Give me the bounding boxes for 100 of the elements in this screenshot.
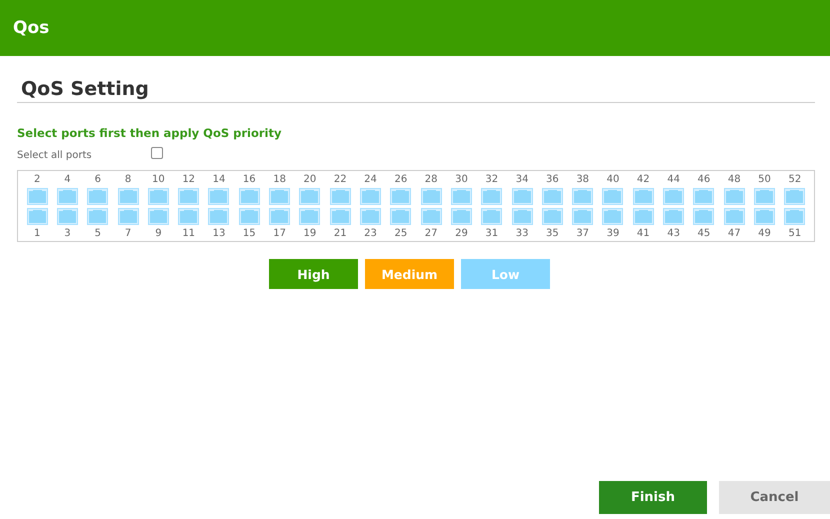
port-number: 43 bbox=[666, 228, 681, 239]
instruction-text: Select ports first then apply QoS priority bbox=[17, 126, 282, 140]
priority-button[interactable]: High bbox=[269, 259, 358, 289]
port-number: 4 bbox=[63, 174, 72, 185]
section-title: QoS Setting bbox=[17, 78, 815, 103]
port-number: 39 bbox=[606, 228, 620, 239]
ethernet-port-icon[interactable] bbox=[602, 208, 624, 225]
ethernet-port-icon[interactable] bbox=[330, 188, 351, 205]
ethernet-port-icon[interactable] bbox=[299, 188, 320, 205]
ethernet-port-icon[interactable] bbox=[572, 208, 594, 225]
priority-button[interactable]: Medium bbox=[365, 259, 454, 289]
port-number: 32 bbox=[484, 174, 500, 185]
port-number: 2 bbox=[32, 174, 42, 185]
ethernet-port-icon[interactable] bbox=[148, 188, 169, 205]
port-number: 36 bbox=[545, 174, 560, 185]
port-number: 25 bbox=[393, 228, 408, 239]
ethernet-port-icon[interactable] bbox=[663, 188, 684, 205]
ethernet-port-icon[interactable] bbox=[87, 208, 108, 225]
ethernet-port-icon[interactable] bbox=[724, 188, 745, 205]
port-number: 26 bbox=[393, 174, 408, 185]
ethernet-port-icon[interactable] bbox=[360, 188, 382, 205]
port-number: 38 bbox=[575, 174, 590, 185]
ethernet-port-icon[interactable] bbox=[693, 188, 714, 205]
ethernet-port-icon[interactable] bbox=[512, 208, 533, 225]
ethernet-port-icon[interactable] bbox=[754, 208, 776, 225]
ethernet-port-icon[interactable] bbox=[754, 188, 776, 205]
port-number: 46 bbox=[696, 174, 712, 185]
port-number: 11 bbox=[181, 228, 196, 239]
port-number: 1 bbox=[32, 228, 42, 239]
select-all-checkbox[interactable] bbox=[151, 146, 163, 158]
ethernet-port-icon[interactable] bbox=[602, 188, 624, 205]
ethernet-port-icon[interactable] bbox=[238, 208, 260, 225]
ethernet-port-icon[interactable] bbox=[26, 188, 48, 205]
ethernet-port-icon[interactable] bbox=[238, 188, 260, 205]
port-number: 5 bbox=[94, 228, 102, 239]
ethernet-port-icon[interactable] bbox=[542, 188, 563, 205]
ethernet-port-icon[interactable] bbox=[56, 208, 78, 225]
ethernet-port-icon[interactable] bbox=[632, 188, 654, 205]
ethernet-port-icon[interactable] bbox=[26, 208, 48, 225]
port-number: 10 bbox=[151, 174, 166, 185]
ethernet-port-icon[interactable] bbox=[56, 188, 78, 205]
ethernet-port-icon[interactable] bbox=[542, 208, 563, 225]
port-number: 50 bbox=[757, 174, 772, 185]
ethernet-port-icon[interactable] bbox=[269, 208, 290, 225]
ethernet-port-icon[interactable] bbox=[360, 208, 382, 225]
port-number: 42 bbox=[636, 174, 651, 185]
ethernet-port-icon[interactable] bbox=[269, 188, 290, 205]
port-number: 28 bbox=[424, 174, 438, 185]
select-all-label: Select all ports bbox=[17, 150, 93, 161]
port-number: 21 bbox=[332, 228, 348, 239]
ethernet-port-icon[interactable] bbox=[178, 188, 200, 205]
ethernet-port-icon[interactable] bbox=[724, 208, 745, 225]
ethernet-port-icon[interactable] bbox=[208, 208, 230, 225]
port-number: 9 bbox=[154, 228, 163, 239]
port-number: 13 bbox=[212, 228, 226, 239]
ethernet-port-icon[interactable] bbox=[118, 188, 139, 205]
port-number: 3 bbox=[63, 228, 72, 239]
ethernet-port-icon[interactable] bbox=[390, 208, 412, 225]
port-number: 29 bbox=[454, 228, 469, 239]
port-number: 41 bbox=[636, 228, 651, 239]
ethernet-port-icon[interactable] bbox=[481, 208, 502, 225]
port-number: 6 bbox=[94, 174, 102, 185]
cancel-button[interactable]: Cancel bbox=[719, 481, 830, 514]
port-number: 44 bbox=[666, 174, 681, 185]
port-number: 14 bbox=[212, 174, 226, 185]
ethernet-port-icon[interactable] bbox=[118, 208, 139, 225]
ethernet-port-icon[interactable] bbox=[420, 188, 442, 205]
ethernet-port-icon[interactable] bbox=[572, 188, 594, 205]
ethernet-port-icon[interactable] bbox=[450, 188, 472, 205]
ethernet-port-icon[interactable] bbox=[663, 208, 684, 225]
port-number: 33 bbox=[514, 228, 530, 239]
port-number: 37 bbox=[575, 228, 590, 239]
finish-button[interactable]: Finish bbox=[599, 481, 707, 514]
port-number: 16 bbox=[242, 174, 257, 185]
ethernet-port-icon[interactable] bbox=[87, 188, 108, 205]
port-number: 12 bbox=[181, 174, 196, 185]
ethernet-port-icon[interactable] bbox=[208, 188, 230, 205]
port-number: 7 bbox=[124, 228, 132, 239]
ethernet-port-icon[interactable] bbox=[512, 188, 533, 205]
ethernet-port-icon[interactable] bbox=[784, 208, 806, 225]
ethernet-port-icon[interactable] bbox=[148, 208, 169, 225]
ethernet-port-icon[interactable] bbox=[420, 208, 442, 225]
port-number: 15 bbox=[242, 228, 257, 239]
ethernet-port-icon[interactable] bbox=[693, 208, 714, 225]
ethernet-port-icon[interactable] bbox=[330, 208, 351, 225]
port-number: 24 bbox=[363, 174, 378, 185]
ethernet-port-icon[interactable] bbox=[390, 188, 412, 205]
ethernet-port-icon[interactable] bbox=[299, 208, 320, 225]
port-number: 45 bbox=[696, 228, 712, 239]
ethernet-port-icon[interactable] bbox=[178, 208, 200, 225]
port-number: 8 bbox=[124, 174, 132, 185]
port-number: 30 bbox=[454, 174, 469, 185]
port-number: 18 bbox=[272, 174, 287, 185]
ethernet-port-icon[interactable] bbox=[481, 188, 502, 205]
ethernet-port-icon[interactable] bbox=[450, 208, 472, 225]
ethernet-port-icon[interactable] bbox=[632, 208, 654, 225]
port-number: 17 bbox=[272, 228, 287, 239]
port-number: 20 bbox=[302, 174, 318, 185]
ethernet-port-icon[interactable] bbox=[784, 188, 806, 205]
port-number: 47 bbox=[726, 228, 742, 239]
